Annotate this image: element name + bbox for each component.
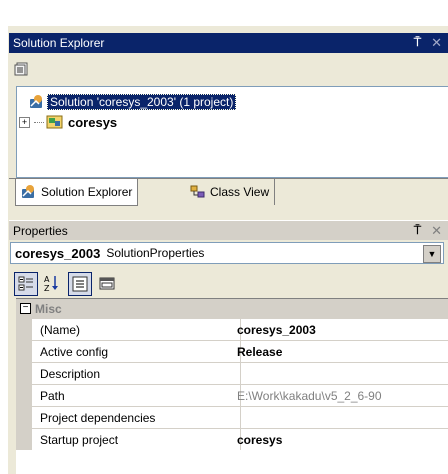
properties-titlebar[interactable]: Properties ⍑ ✕ [9, 220, 448, 240]
row-gutter [16, 363, 32, 384]
close-icon[interactable]: ✕ [431, 35, 442, 51]
property-name: Startup project [32, 429, 241, 450]
solution-label: Solution 'coresys_2003' (1 project) [47, 94, 237, 110]
property-value[interactable]: coresys [232, 429, 448, 450]
tab-label: Solution Explorer [41, 185, 133, 199]
category-label: Misc [35, 301, 62, 316]
expand-icon[interactable]: + [19, 116, 30, 128]
categorized-icon [18, 276, 33, 291]
solution-icon [21, 184, 37, 200]
solution-explorer-title: Solution Explorer [13, 36, 105, 50]
tree-row-solution[interactable]: Solution 'coresys_2003' (1 project) [29, 93, 237, 111]
property-row[interactable]: (Name) coresys_2003 [16, 318, 448, 340]
row-gutter [16, 429, 32, 450]
property-row[interactable]: Startup project coresys [16, 428, 448, 450]
property-name: Description [32, 363, 241, 384]
row-gutter [16, 319, 32, 340]
properties-title: Properties [13, 223, 68, 238]
sort-alpha-icon: A Z [44, 275, 58, 292]
property-value[interactable]: E:\Work\kakadu\v5_2_6-90 [232, 385, 448, 406]
pin-icon[interactable]: ⍑ [414, 35, 421, 51]
property-row[interactable]: Path E:\Work\kakadu\v5_2_6-90 [16, 384, 448, 406]
properties-view-button[interactable] [68, 272, 92, 296]
row-gutter [16, 407, 32, 428]
tab-label: Class View [210, 185, 270, 199]
solution-tree: Solution 'coresys_2003' (1 project) + co… [16, 86, 448, 178]
property-name: Path [32, 385, 241, 406]
properties-toolbar: A Z [10, 268, 448, 298]
row-gutter [16, 385, 32, 406]
svg-text:A: A [44, 275, 50, 284]
property-pages-button[interactable] [96, 272, 118, 294]
project-icon [46, 114, 64, 130]
solution-explorer-toolbar [9, 54, 448, 84]
property-row[interactable]: Project dependencies [16, 406, 448, 428]
categorized-button[interactable] [14, 272, 38, 296]
property-name: (Name) [32, 319, 241, 340]
object-type: SolutionProperties [106, 246, 205, 260]
property-grid: − Misc (Name) coresys_2003 Active config Re… [16, 298, 448, 474]
chevron-down-icon[interactable]: ▼ [423, 245, 441, 263]
category-row-misc[interactable]: − Misc [16, 299, 448, 318]
class-view-icon [190, 184, 206, 200]
tree-row-project[interactable]: + coresys [19, 113, 117, 131]
object-selector-dropdown[interactable]: coresys_2003 SolutionProperties ▼ [10, 242, 444, 264]
object-name: coresys_2003 [15, 245, 101, 261]
property-value[interactable]: coresys_2003 [232, 319, 448, 340]
property-value[interactable]: Release [232, 341, 448, 362]
property-name: Project dependencies [32, 407, 241, 428]
solution-icon [29, 94, 45, 110]
properties-list-icon [72, 276, 88, 292]
alphabetical-button[interactable]: A Z [40, 272, 62, 294]
svg-text:Z: Z [44, 284, 50, 292]
property-value[interactable] [232, 407, 448, 428]
tab-class-view[interactable]: Class View [185, 179, 276, 205]
tree-connector [34, 121, 44, 123]
pin-icon[interactable]: ⍑ [414, 223, 421, 239]
properties-pages-icon[interactable] [13, 60, 31, 78]
property-value[interactable] [232, 363, 448, 384]
tab-solution-explorer[interactable]: Solution Explorer [15, 179, 139, 206]
solution-explorer-titlebar[interactable]: Solution Explorer ⍑ ✕ [9, 33, 448, 53]
property-pages-icon [99, 277, 115, 290]
close-icon[interactable]: ✕ [431, 223, 442, 239]
property-row[interactable]: Active config Release [16, 340, 448, 362]
collapse-icon[interactable]: − [20, 303, 31, 314]
project-label: coresys [68, 114, 118, 130]
property-row[interactable]: Description [16, 362, 448, 384]
explorer-tab-strip: Solution Explorer Class View [9, 178, 448, 212]
property-name: Active config [32, 341, 241, 362]
row-gutter [16, 341, 32, 362]
